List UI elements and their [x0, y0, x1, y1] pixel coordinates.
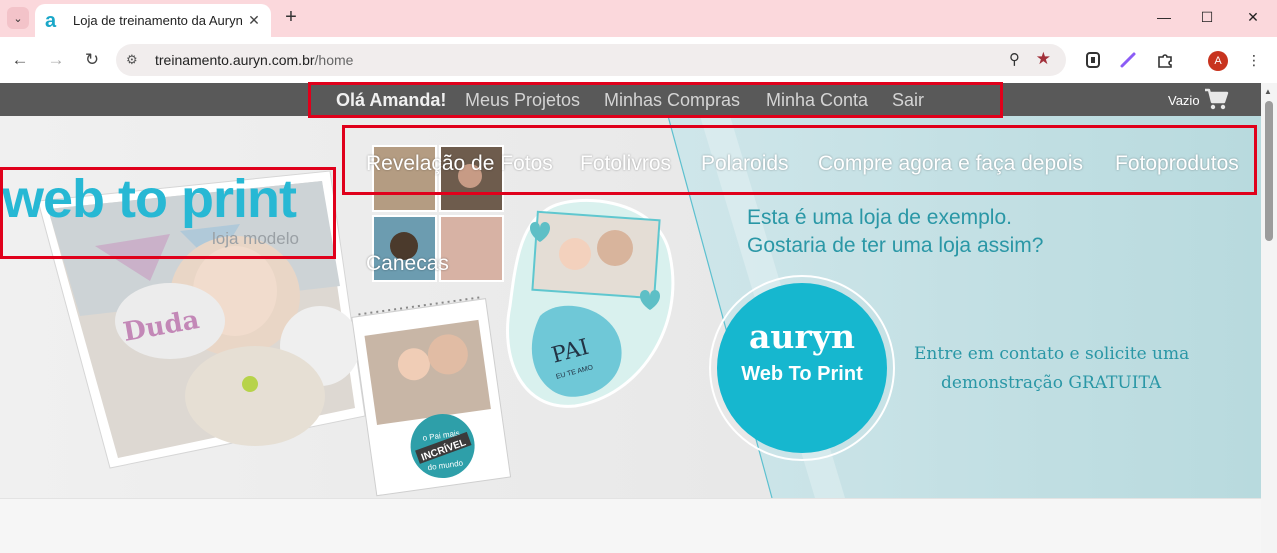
back-button[interactable]: ←: [8, 48, 32, 72]
url-text: treinamento.auryn.com.br/home: [155, 52, 353, 68]
banner-message-line2: Gostaria de ter uma loja assim?: [747, 234, 1044, 257]
active-tab[interactable]: a Loja de treinamento da Auryn ✕: [35, 4, 271, 37]
banner-message-line1: Esta é uma loja de exemplo.: [747, 206, 1012, 229]
nav-fotoprodutos[interactable]: Fotoprodutos: [1115, 152, 1239, 176]
logout-link[interactable]: Sair: [892, 90, 924, 111]
hero-banner: Duda o Pai mais INCRÍVEL do mundo PAI EU…: [0, 116, 1261, 498]
brand-name: auryn: [749, 317, 855, 356]
extensions-puzzle-icon[interactable]: [1155, 50, 1175, 70]
web-page: Olá Amanda! Meus Projetos Minhas Compras…: [0, 83, 1261, 553]
url-path: /home: [314, 52, 354, 68]
bookmark-star-icon[interactable]: ★: [1036, 49, 1051, 69]
profile-avatar[interactable]: A: [1208, 51, 1228, 71]
url-host: treinamento.auryn.com.br: [155, 52, 315, 68]
new-tab-button[interactable]: +: [280, 6, 302, 29]
notebook-image: o Pai mais INCRÍVEL do mundo: [351, 296, 512, 497]
nav-canecas[interactable]: Canecas: [366, 252, 449, 276]
top-navigation: Olá Amanda! Meus Projetos Minhas Compras…: [0, 83, 1261, 116]
forward-button[interactable]: →: [44, 48, 68, 72]
nav-compre-agora[interactable]: Compre agora e faça depois: [818, 152, 1083, 176]
tab-strip: ⌄ a Loja de treinamento da Auryn ✕ + ― ☐…: [0, 0, 1277, 37]
tab-title: Loja de treinamento da Auryn: [73, 13, 243, 28]
nav-fotolivros[interactable]: Fotolivros: [580, 152, 671, 176]
logo-subtitle: loja modelo: [212, 229, 299, 248]
greeting-link[interactable]: Olá Amanda!: [336, 90, 446, 111]
heart-photo-image: PAI EU TE AMO: [506, 199, 675, 408]
zoom-icon[interactable]: ⚲: [1009, 50, 1020, 68]
scroll-up-icon[interactable]: ▲: [1264, 87, 1272, 96]
menu-kebab-icon[interactable]: ⋮: [1244, 50, 1264, 70]
nav-revelacao-fotos[interactable]: Revelação de Fotos: [366, 152, 553, 176]
extension-pen-icon[interactable]: [1118, 50, 1138, 70]
my-purchases-link[interactable]: Minhas Compras: [604, 90, 740, 111]
my-projects-link[interactable]: Meus Projetos: [465, 90, 580, 111]
page-scrollbar[interactable]: ▲: [1261, 83, 1277, 553]
reload-button[interactable]: ↻: [80, 48, 104, 72]
site-info-icon[interactable]: ⚙: [126, 52, 138, 68]
scrollbar-thumb[interactable]: [1265, 101, 1273, 241]
cta-line1: Entre em contato e solicite uma: [914, 344, 1190, 364]
tab-favicon-icon: a: [45, 9, 57, 32]
browser-toolbar: ← → ↻ ⚙ treinamento.auryn.com.br/home ⚲ …: [0, 37, 1277, 83]
cta-line2: demonstração GRATUITA: [941, 373, 1162, 393]
my-account-link[interactable]: Minha Conta: [766, 90, 868, 111]
address-bar[interactable]: ⚙ treinamento.auryn.com.br/home ⚲ ★: [116, 44, 1066, 76]
chevron-down-icon: ⌄: [13, 12, 23, 25]
web-to-print-logo[interactable]: web to print: [2, 168, 297, 230]
brand-subtitle: Web To Print: [741, 363, 863, 385]
nav-polaroids[interactable]: Polaroids: [701, 152, 789, 176]
shopping-cart-icon[interactable]: [1203, 86, 1229, 117]
close-window-button[interactable]: ✕: [1230, 5, 1276, 29]
close-tab-icon[interactable]: ✕: [243, 10, 265, 32]
extension-shield-icon[interactable]: [1083, 50, 1103, 70]
tab-search-button[interactable]: ⌄: [7, 7, 29, 29]
cart-status[interactable]: Vazio: [1168, 93, 1200, 108]
auryn-brand-circle[interactable]: auryn Web To Print: [717, 283, 887, 453]
maximize-button[interactable]: ☐: [1184, 5, 1230, 29]
minimize-button[interactable]: ―: [1141, 5, 1187, 29]
page-content-area: [0, 498, 1261, 553]
